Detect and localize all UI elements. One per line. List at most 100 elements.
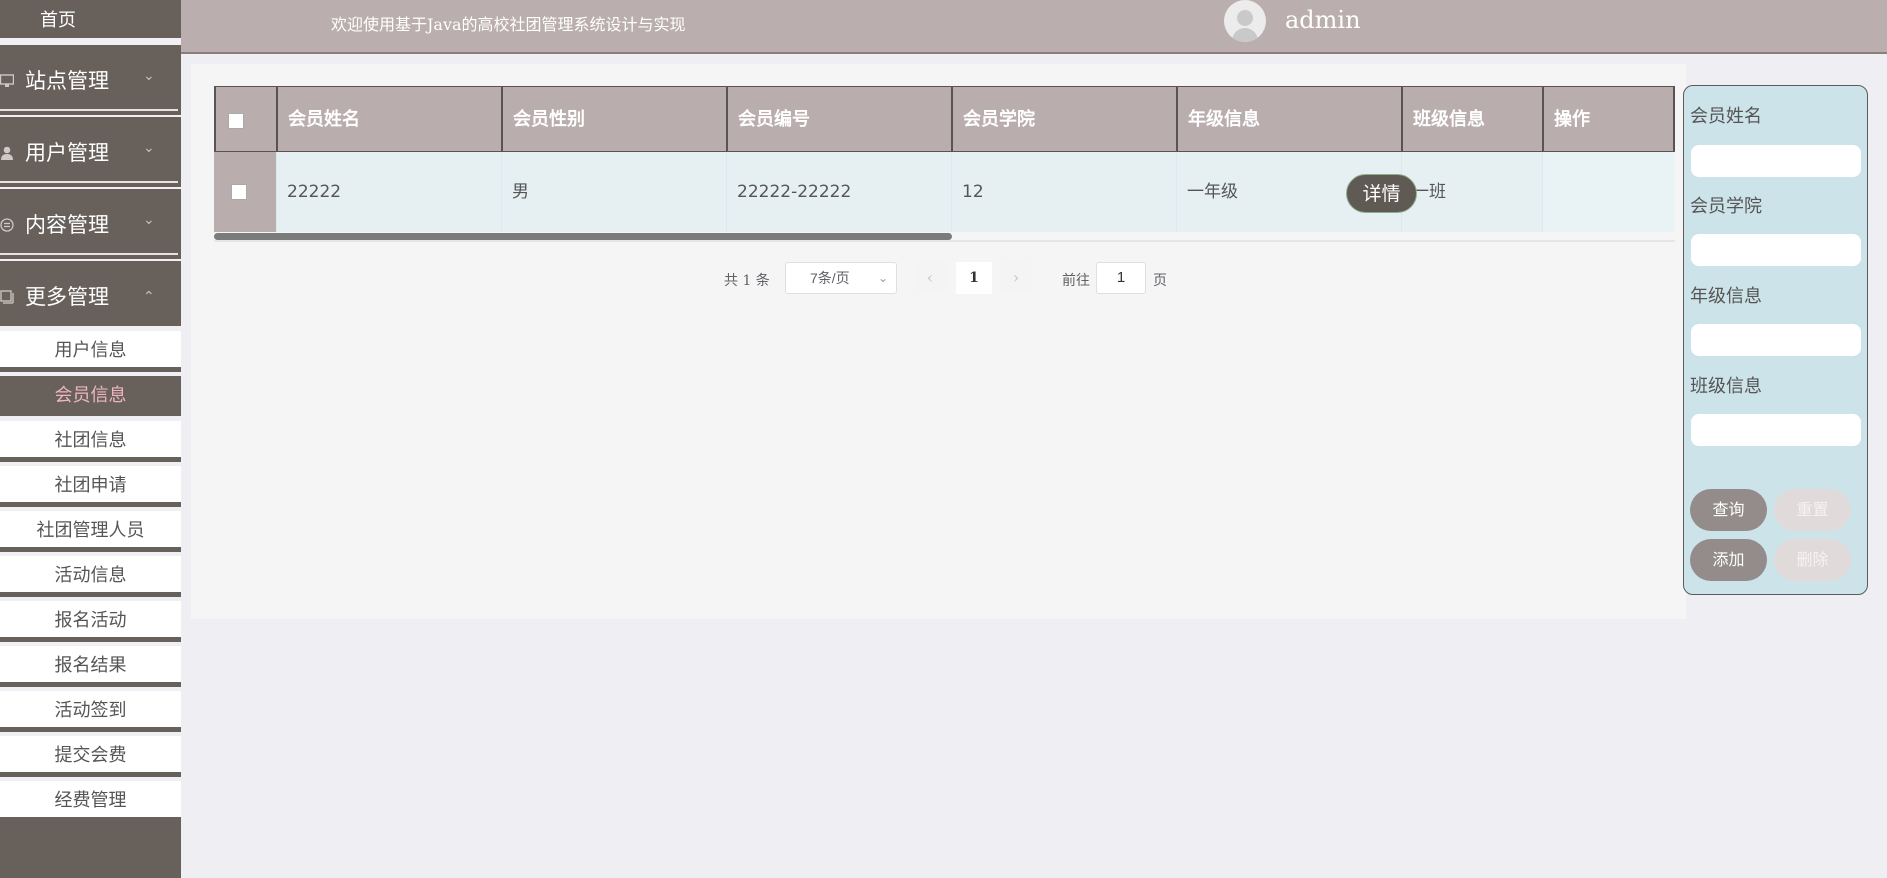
search-input-name[interactable] <box>1691 145 1861 177</box>
chevron-right-icon: › <box>1012 268 1020 287</box>
search-label-class: 班级信息 <box>1690 376 1762 397</box>
divider <box>0 109 178 111</box>
sidebar-item-club-apply[interactable]: 社团申请 <box>0 466 181 506</box>
sidebar-item-user-info[interactable]: 用户信息 <box>0 331 181 371</box>
top-header: 欢迎使用基于Java的高校社团管理系统设计与实现 admin <box>181 0 1887 54</box>
row-checkbox-cell <box>214 152 276 232</box>
sidebar-home-label: 首页 <box>40 10 76 31</box>
chevron-down-icon: ⌄ <box>877 271 888 285</box>
sidebar-group-label: 站点管理 <box>25 69 109 93</box>
sidebar-item-label: 社团管理人员 <box>36 520 145 541</box>
sidebar-group-label: 内容管理 <box>25 213 109 237</box>
prev-page-button[interactable]: ‹ <box>914 262 946 294</box>
sidebar-item-submit-fees[interactable]: 提交会费 <box>0 736 181 776</box>
sidebar-group-content[interactable]: 内容管理 ⌄ <box>0 189 181 259</box>
cell-action <box>1542 152 1675 232</box>
sidebar-group-label: 用户管理 <box>25 141 109 165</box>
sidebar-item-label: 社团信息 <box>54 430 127 451</box>
cell-name: 22222 <box>276 152 501 232</box>
page-number-current[interactable]: 1 <box>956 262 992 294</box>
divider <box>0 253 178 255</box>
sidebar-item-activity-checkin[interactable]: 活动签到 <box>0 691 181 731</box>
row-checkbox[interactable] <box>231 184 247 200</box>
divider <box>0 682 181 687</box>
column-header[interactable]: 会员编号 <box>726 86 951 152</box>
divider <box>0 772 181 777</box>
sidebar-group-site[interactable]: 站点管理 ⌄ <box>0 45 181 115</box>
sidebar-item-label: 报名结果 <box>54 655 127 676</box>
sidebar-item-activity-info[interactable]: 活动信息 <box>0 556 181 596</box>
reset-button[interactable]: 重置 <box>1774 489 1851 531</box>
divider <box>0 457 181 462</box>
goto-page-input[interactable]: 1 <box>1096 262 1146 294</box>
user-icon <box>0 141 14 160</box>
column-header[interactable]: 会员学院 <box>951 86 1176 152</box>
goto-label: 前往 <box>1062 273 1090 289</box>
sidebar-item-member-info[interactable]: 会员信息 <box>0 376 181 416</box>
cell-gender: 男 <box>501 152 726 232</box>
search-input-college[interactable] <box>1691 234 1861 266</box>
column-header[interactable]: 年级信息 <box>1176 86 1401 152</box>
header-checkbox-cell <box>214 86 276 152</box>
sidebar-item-signup-activity[interactable]: 报名活动 <box>0 601 181 641</box>
sidebar-group-user[interactable]: 用户管理 ⌄ <box>0 117 181 187</box>
sidebar-item-label: 社团申请 <box>54 475 127 496</box>
scroll-track <box>214 240 1675 242</box>
divider <box>0 727 181 732</box>
divider <box>0 547 181 552</box>
column-header[interactable]: 会员姓名 <box>276 86 501 152</box>
search-input-class[interactable] <box>1691 414 1861 446</box>
table-row: 22222 男 22222-22222 12 一年级 一班 <box>214 152 1675 232</box>
header-title: 欢迎使用基于Java的高校社团管理系统设计与实现 <box>331 15 686 34</box>
search-label-college: 会员学院 <box>1690 196 1762 217</box>
table-header: 会员姓名 会员性别 会员编号 会员学院 年级信息 班级信息 操作 <box>214 86 1675 152</box>
content-icon <box>0 213 14 232</box>
sidebar-item-label: 会员信息 <box>54 385 127 406</box>
next-page-button[interactable]: › <box>1000 262 1032 294</box>
page-suffix: 页 <box>1153 273 1167 289</box>
column-header: 操作 <box>1542 86 1675 152</box>
search-input-grade[interactable] <box>1691 324 1861 356</box>
delete-button[interactable]: 删除 <box>1774 539 1851 581</box>
column-header[interactable]: 班级信息 <box>1401 86 1542 152</box>
divider <box>0 637 181 642</box>
sidebar-item-club-info[interactable]: 社团信息 <box>0 421 181 461</box>
detail-button[interactable]: 详情 <box>1346 174 1417 213</box>
chevron-left-icon: ‹ <box>926 268 934 287</box>
chevron-down-icon: ⌄ <box>143 212 155 228</box>
chevron-down-icon: ⌄ <box>143 140 155 156</box>
query-button[interactable]: 查询 <box>1690 489 1767 531</box>
page-size-value: 7条/页 <box>810 270 850 286</box>
sidebar-home[interactable]: 首页 <box>0 0 181 38</box>
sidebar-footer <box>0 817 181 878</box>
sidebar-item-label: 用户信息 <box>54 340 127 361</box>
add-button[interactable]: 添加 <box>1690 539 1767 581</box>
sidebar-item-label: 活动签到 <box>54 700 127 721</box>
sidebar-item-label: 经费管理 <box>54 790 127 811</box>
page-size-select[interactable]: 7条/页 ⌄ <box>785 262 897 294</box>
sidebar-item-club-admins[interactable]: 社团管理人员 <box>0 511 181 551</box>
sidebar: 首页 站点管理 ⌄ 用户管理 ⌄ 内容管理 ⌄ 更多管理 ⌃ 用户信息 会员信息… <box>0 0 181 878</box>
avatar[interactable] <box>1224 0 1266 42</box>
chevron-down-icon: ⌄ <box>143 68 155 84</box>
monitor-icon <box>0 69 15 87</box>
search-label-name: 会员姓名 <box>1690 106 1762 127</box>
avatar-icon <box>1237 10 1253 26</box>
cell-class: 一班 <box>1401 152 1542 232</box>
sidebar-item-label: 活动信息 <box>54 565 127 586</box>
avatar-body <box>1232 28 1258 42</box>
divider <box>0 367 181 372</box>
divider <box>0 592 181 597</box>
search-label-grade: 年级信息 <box>1690 286 1762 307</box>
pagination: 共 1 条 7条/页 ⌄ ‹ 1 › 前往 1 页 <box>0 262 1887 296</box>
divider <box>0 181 178 183</box>
horizontal-scrollbar[interactable] <box>214 233 952 240</box>
username[interactable]: admin <box>1285 6 1361 34</box>
divider <box>0 502 181 507</box>
sidebar-item-funds[interactable]: 经费管理 <box>0 781 181 821</box>
column-header[interactable]: 会员性别 <box>501 86 726 152</box>
sidebar-item-signup-result[interactable]: 报名结果 <box>0 646 181 686</box>
select-all-checkbox[interactable] <box>228 113 244 129</box>
sidebar-item-label: 提交会费 <box>54 745 127 766</box>
cell-number: 22222-22222 <box>726 152 951 232</box>
